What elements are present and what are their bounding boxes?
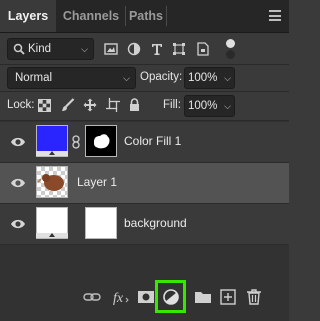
lock-image-pixels-icon[interactable] xyxy=(61,98,75,112)
visibility-eye-icon[interactable] xyxy=(10,135,26,149)
lock-row: Lock: Fill: 100% ⌵ xyxy=(0,92,289,120)
layers-empty-area xyxy=(0,245,289,278)
chevron-down-icon: ⌵ xyxy=(224,73,231,83)
layer-thumbnail[interactable] xyxy=(36,166,68,198)
layers-panel: Layers Channels Paths Kind ⌵ Normal ⌵ Op… xyxy=(0,0,289,321)
adjustment-thumb-indicator xyxy=(36,233,68,238)
filter-toggle-icon[interactable] xyxy=(224,38,236,60)
add-mask-icon[interactable] xyxy=(136,287,156,307)
layer-row-color-fill[interactable]: Color Fill 1 xyxy=(0,122,289,163)
layer-thumbnail-image xyxy=(37,174,64,191)
fill-label: Fill: xyxy=(163,99,181,111)
hamburger-menu-icon[interactable] xyxy=(269,10,281,21)
fill-value: 100% xyxy=(188,100,218,112)
blend-mode-select[interactable]: Normal ⌵ xyxy=(7,67,136,89)
lock-all-icon[interactable] xyxy=(129,98,140,112)
search-icon xyxy=(13,43,25,55)
adjustment-layer-icon[interactable] xyxy=(161,287,181,307)
tab-bar: Layers Channels Paths xyxy=(0,0,289,33)
layer-name[interactable]: Layer 1 xyxy=(77,175,117,189)
kind-label: Kind xyxy=(28,43,52,55)
fill-field[interactable]: 100% ⌵ xyxy=(184,95,235,117)
tab-divider xyxy=(166,6,167,26)
type-filter-icon[interactable] xyxy=(150,42,164,56)
layer-row-layer-1[interactable]: Layer 1 xyxy=(0,163,289,204)
adjustment-filter-icon[interactable] xyxy=(127,42,141,56)
blend-mode-value: Normal xyxy=(15,72,53,84)
mask-link-icon[interactable] xyxy=(72,135,80,149)
link-layers-icon[interactable] xyxy=(82,287,102,307)
fx-icon[interactable]: fx xyxy=(111,287,131,307)
pixel-filter-icon[interactable] xyxy=(104,42,118,56)
new-layer-icon[interactable] xyxy=(218,287,238,307)
lock-label: Lock: xyxy=(7,99,35,111)
smart-object-filter-icon[interactable] xyxy=(196,42,210,56)
opacity-label: Opacity: xyxy=(140,71,183,83)
filter-row: Kind ⌵ xyxy=(0,33,289,64)
tab-layers[interactable]: Layers xyxy=(0,0,56,32)
chevron-down-icon: ⌵ xyxy=(224,101,231,111)
group-folder-icon[interactable] xyxy=(193,287,213,307)
visibility-eye-icon[interactable] xyxy=(10,217,26,231)
chevron-down-icon: ⌵ xyxy=(123,73,130,83)
blend-row: Normal ⌵ Opacity: 100% ⌵ xyxy=(0,65,289,91)
lock-transparent-pixels-icon[interactable] xyxy=(38,99,51,112)
shape-filter-icon[interactable] xyxy=(172,42,186,56)
layers-footer: fx xyxy=(0,278,289,321)
layer-mask-thumbnail[interactable] xyxy=(85,125,117,157)
tab-paths[interactable]: Paths xyxy=(126,0,166,32)
lock-position-icon[interactable] xyxy=(83,98,97,112)
svg-text:fx: fx xyxy=(113,291,124,306)
divider xyxy=(0,120,289,121)
tab-channels[interactable]: Channels xyxy=(57,0,125,32)
layer-row-background[interactable]: background xyxy=(0,204,289,245)
layer-name[interactable]: Color Fill 1 xyxy=(124,134,181,148)
lock-artboard-icon[interactable] xyxy=(106,98,120,112)
kind-filter-select[interactable]: Kind ⌵ xyxy=(7,38,94,60)
opacity-value: 100% xyxy=(188,72,218,84)
trash-icon[interactable] xyxy=(244,287,264,307)
layer-name[interactable]: background xyxy=(124,216,187,230)
visibility-eye-icon[interactable] xyxy=(10,176,26,190)
adjustment-thumb-indicator xyxy=(36,151,68,156)
opacity-field[interactable]: 100% ⌵ xyxy=(184,67,235,89)
chevron-down-icon: ⌵ xyxy=(81,44,88,54)
layer-mask-thumbnail[interactable] xyxy=(85,207,117,239)
mask-shape xyxy=(94,134,110,149)
